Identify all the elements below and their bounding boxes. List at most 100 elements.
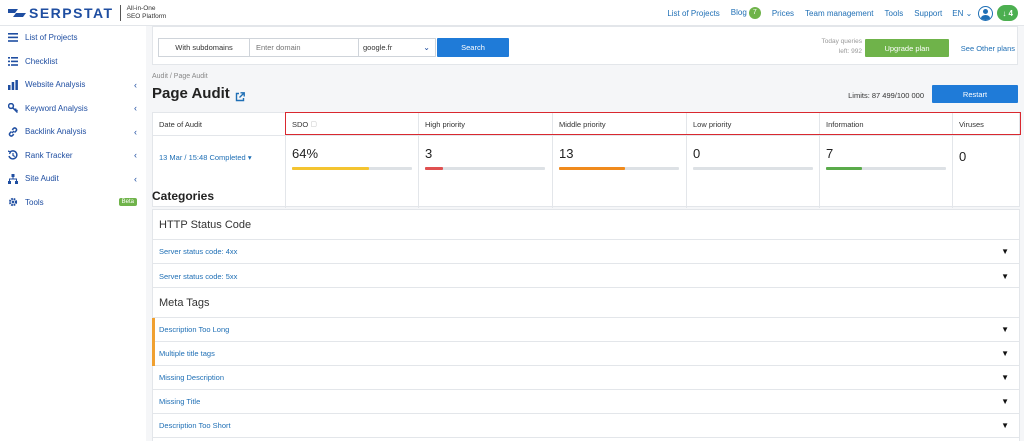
chevron-left-icon: ‹ [134, 126, 137, 137]
external-link-icon[interactable] [235, 89, 245, 101]
issue-row[interactable]: Description Too Long ▼ [152, 318, 1019, 342]
top-bar: SERPSTAT All-in-One SEO Platform List of… [0, 0, 1024, 26]
search-panel: With subdomains google.fr ⌄ Search Today… [152, 26, 1018, 65]
chevron-left-icon: ‹ [134, 150, 137, 161]
beta-badge: Beta [118, 198, 137, 207]
category-title: HTTP Status Code [153, 210, 1019, 240]
sidebar-item-backlink-analysis[interactable]: Backlink Analysis ‹ [0, 120, 146, 144]
nav-tools[interactable]: Tools [885, 9, 904, 18]
audit-stats-table: Date of Audit 13 Mar / 15:48 Completed ▾… [152, 112, 1020, 208]
viruses-header: Viruses [953, 113, 1019, 136]
chevron-left-icon: ‹ [134, 79, 137, 90]
upgrade-plan-button[interactable]: Upgrade plan [865, 39, 949, 57]
sidebar-label: Keyword Analysis [25, 103, 88, 113]
issue-row[interactable]: Description Too Short ▼ [153, 414, 1019, 438]
sidebar: List of Projects Checklist Website Analy… [0, 26, 146, 441]
nav-blog[interactable]: Blog 7 [731, 7, 761, 19]
sidebar-item-tools[interactable]: Tools Beta [0, 191, 146, 215]
caret-down-icon: ▼ [1001, 325, 1009, 334]
sdo-header: SDO ▢ [286, 113, 418, 136]
http-status-category: HTTP Status Code Server status code: 4xx… [152, 209, 1020, 289]
information-column[interactable]: Information 7 [820, 113, 953, 208]
queries-count: left: 992 [838, 48, 862, 55]
information-fill [826, 167, 862, 170]
categories-heading: Categories [152, 189, 215, 203]
sidebar-label: Backlink Analysis [25, 127, 87, 137]
middle-priority-column[interactable]: Middle priority 13 [553, 113, 687, 208]
sidebar-item-checklist[interactable]: Checklist [0, 50, 146, 74]
language-selector[interactable]: EN ⌄ [952, 9, 972, 18]
caret-down-icon: ▾ [247, 153, 252, 162]
issue-row[interactable]: Server status code: 5xx ▼ [153, 264, 1019, 288]
sidebar-label: Site Audit [25, 174, 59, 184]
viruses-column[interactable]: Viruses 0 [953, 113, 1019, 208]
middle-priority-fill [559, 167, 625, 170]
rank-icon [8, 150, 18, 160]
chevron-down-icon: ⌄ [423, 43, 430, 52]
high-priority-header: High priority [419, 113, 552, 136]
sdo-value: 64% [292, 146, 319, 161]
nav-blog-label: Blog [730, 8, 747, 18]
sidebar-label: Checklist [25, 56, 58, 66]
sidebar-label: Tools [25, 197, 44, 207]
high-priority-fill [425, 167, 443, 170]
breadcrumb[interactable]: Audit / Page Audit [152, 73, 208, 80]
caret-down-icon: ▼ [1001, 373, 1009, 382]
low-priority-bar [693, 167, 813, 170]
chevron-left-icon: ‹ [134, 173, 137, 184]
sidebar-label: Website Analysis [25, 80, 86, 90]
middle-priority-header: Middle priority [553, 113, 686, 136]
serpstat-logo-icon [8, 7, 26, 19]
key-icon [8, 103, 18, 114]
search-engine-select[interactable]: google.fr ⌄ [358, 38, 436, 57]
chevron-left-icon: ‹ [134, 103, 137, 114]
sidebar-item-website-analysis[interactable]: Website Analysis ‹ [0, 73, 146, 97]
list-icon [8, 33, 18, 43]
download-icon: ↓ [1002, 8, 1007, 18]
issue-row[interactable]: Multiple title tags ▼ [152, 342, 1019, 366]
issue-row[interactable]: Missing Description ▼ [153, 366, 1019, 390]
brand-tagline: All-in-One SEO Platform [127, 5, 167, 20]
sidebar-item-rank-tracker[interactable]: Rank Tracker ‹ [0, 144, 146, 168]
sidebar-item-list-of-projects[interactable]: List of Projects [0, 26, 146, 50]
issue-label: Missing Description [159, 373, 225, 382]
nav-team-management[interactable]: Team management [805, 9, 873, 18]
notifications-button[interactable]: ↓ 4 [997, 5, 1018, 21]
serpstat-logo[interactable]: SERPSTAT All-in-One SEO Platform [8, 0, 166, 26]
info-icon[interactable]: ▢ [310, 120, 317, 128]
audit-date-selector[interactable]: 13 Mar / 15:48 Completed ▾ [159, 153, 252, 162]
sidebar-item-site-audit[interactable]: Site Audit ‹ [0, 167, 146, 191]
tagline-line-1: All-in-One [126, 5, 156, 12]
high-priority-bar [425, 167, 545, 170]
sidebar-item-keyword-analysis[interactable]: Keyword Analysis ‹ [0, 97, 146, 121]
issue-label: Missing Title [159, 397, 201, 406]
issue-label: Description Too Long [159, 325, 230, 334]
search-button[interactable]: Search [437, 38, 509, 57]
nav-prices[interactable]: Prices [772, 9, 794, 18]
nav-support[interactable]: Support [914, 9, 942, 18]
user-avatar-icon[interactable] [978, 5, 994, 21]
see-other-plans-link[interactable]: See Other plans [961, 44, 1015, 53]
issue-row[interactable]: Server status code: 4xx ▼ [153, 240, 1019, 264]
link-icon [8, 127, 18, 137]
issue-row[interactable]: Missing Title ▼ [153, 390, 1019, 414]
caret-down-icon: ▼ [1001, 397, 1009, 406]
sdo-label: SDO [292, 119, 309, 129]
notifications-count: 4 [1008, 8, 1013, 18]
high-priority-value: 3 [425, 146, 433, 161]
subdomains-select[interactable]: With subdomains [158, 38, 250, 57]
information-value: 7 [826, 146, 834, 161]
low-priority-column[interactable]: Low priority 0 [687, 113, 820, 208]
caret-down-icon: ▼ [1001, 271, 1009, 281]
nav-list-of-projects[interactable]: List of Projects [667, 9, 719, 18]
top-nav: List of Projects Blog 7 Prices Team manag… [656, 0, 1018, 26]
caret-down-icon: ▼ [1001, 247, 1009, 256]
domain-input[interactable] [249, 38, 359, 57]
restart-button[interactable]: Restart [932, 85, 1018, 103]
blog-badge: 7 [748, 7, 761, 19]
limits-text: Limits: 87 499/100 000 [848, 91, 924, 100]
high-priority-column[interactable]: High priority 3 [419, 113, 553, 208]
caret-down-icon: ▼ [1001, 421, 1009, 430]
information-header: Information [820, 113, 952, 136]
information-bar [826, 167, 946, 170]
